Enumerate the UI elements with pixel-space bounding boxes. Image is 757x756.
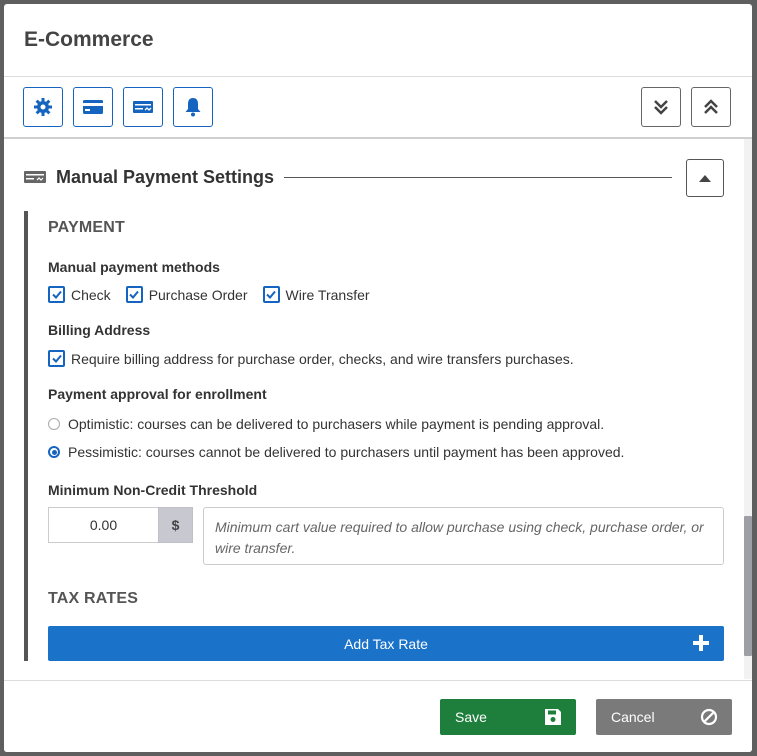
credit-card-icon: [83, 100, 103, 114]
check-payment-icon: [24, 171, 46, 183]
section-divider: [284, 177, 672, 178]
radio-label: Optimistic: courses can be delivered to …: [68, 416, 605, 432]
ban-icon: [700, 708, 718, 726]
collapse-all-icon: [704, 99, 718, 114]
methods-label: Manual payment methods: [48, 259, 220, 275]
manual-payment-button[interactable]: [123, 87, 163, 127]
checkbox-label: Check: [71, 286, 111, 303]
section-title: Manual Payment Settings: [56, 167, 275, 187]
expand-all-button[interactable]: [641, 87, 681, 127]
radio-selected-icon: [48, 446, 60, 458]
expand-all-icon: [654, 100, 668, 115]
modal-header: E-Commerce: [4, 4, 752, 77]
checkbox-purchase-order[interactable]: Purchase Order: [125, 286, 248, 303]
plus-icon: [693, 635, 709, 651]
add-tax-rate-label: Add Tax Rate: [344, 635, 428, 652]
checkbox-checked-icon: [125, 286, 143, 303]
add-tax-rate-button[interactable]: Add Tax Rate: [48, 626, 724, 661]
payment-heading: PAYMENT: [48, 219, 125, 236]
section-header: Manual Payment Settings: [24, 159, 724, 197]
gear-icon: [34, 98, 52, 116]
radio-optimistic[interactable]: Optimistic: courses can be delivered to …: [48, 416, 604, 432]
checkbox-wire-transfer[interactable]: Wire Transfer: [262, 286, 370, 303]
scrollbar-thumb[interactable]: [744, 516, 752, 656]
approval-label: Payment approval for enrollment: [48, 386, 267, 402]
checkbox-check[interactable]: Check: [48, 286, 111, 303]
checkbox-require-billing[interactable]: Require billing address for purchase ord…: [48, 350, 574, 367]
card-settings-button[interactable]: [73, 87, 113, 127]
threshold-label: Minimum Non-Credit Threshold: [48, 482, 258, 498]
radio-unselected-icon: [48, 418, 60, 430]
billing-label: Billing Address: [48, 322, 151, 338]
checkbox-checked-icon: [48, 350, 65, 367]
checkbox-checked-icon: [48, 286, 65, 303]
modal-content[interactable]: Manual Payment Settings PAYMENT Manual p…: [4, 139, 752, 679]
tax-heading: TAX RATES: [48, 590, 139, 607]
threshold-input[interactable]: 0.00: [48, 507, 158, 543]
modal-title: E-Commerce: [24, 28, 154, 51]
check-payment-icon: [133, 101, 153, 113]
cancel-button[interactable]: Cancel: [596, 699, 732, 735]
checkbox-checked-icon: [262, 286, 280, 303]
ecommerce-modal: E-Commerce Manual Payment Settings PAYME…: [4, 4, 752, 752]
checkbox-label: Purchase Order: [148, 286, 248, 303]
caret-up-icon: [699, 175, 711, 182]
currency-addon: $: [158, 507, 193, 543]
threshold-hint: Minimum cart value required to allow pur…: [203, 507, 724, 565]
radio-pessimistic[interactable]: Pessimistic: courses cannot be delivered…: [48, 444, 624, 460]
checkbox-label: Wire Transfer: [285, 286, 370, 303]
section-body: PAYMENT Manual payment methods Check Pur…: [24, 211, 728, 661]
settings-button[interactable]: [23, 87, 63, 127]
modal-footer: Save Cancel: [4, 680, 752, 752]
checkbox-label: Require billing address for purchase ord…: [71, 350, 574, 367]
save-button[interactable]: Save: [440, 699, 576, 735]
cancel-label: Cancel: [611, 709, 655, 725]
radio-label: Pessimistic: courses cannot be delivered…: [68, 444, 625, 460]
bell-icon: [185, 98, 201, 117]
toolbar: [4, 77, 752, 139]
methods-checkbox-group: Check Purchase Order Wire Transfer: [48, 286, 385, 303]
floppy-disk-icon: [545, 709, 561, 725]
save-label: Save: [455, 709, 487, 725]
notifications-button[interactable]: [173, 87, 213, 127]
section-collapse-button[interactable]: [686, 159, 724, 197]
collapse-all-button[interactable]: [691, 87, 731, 127]
